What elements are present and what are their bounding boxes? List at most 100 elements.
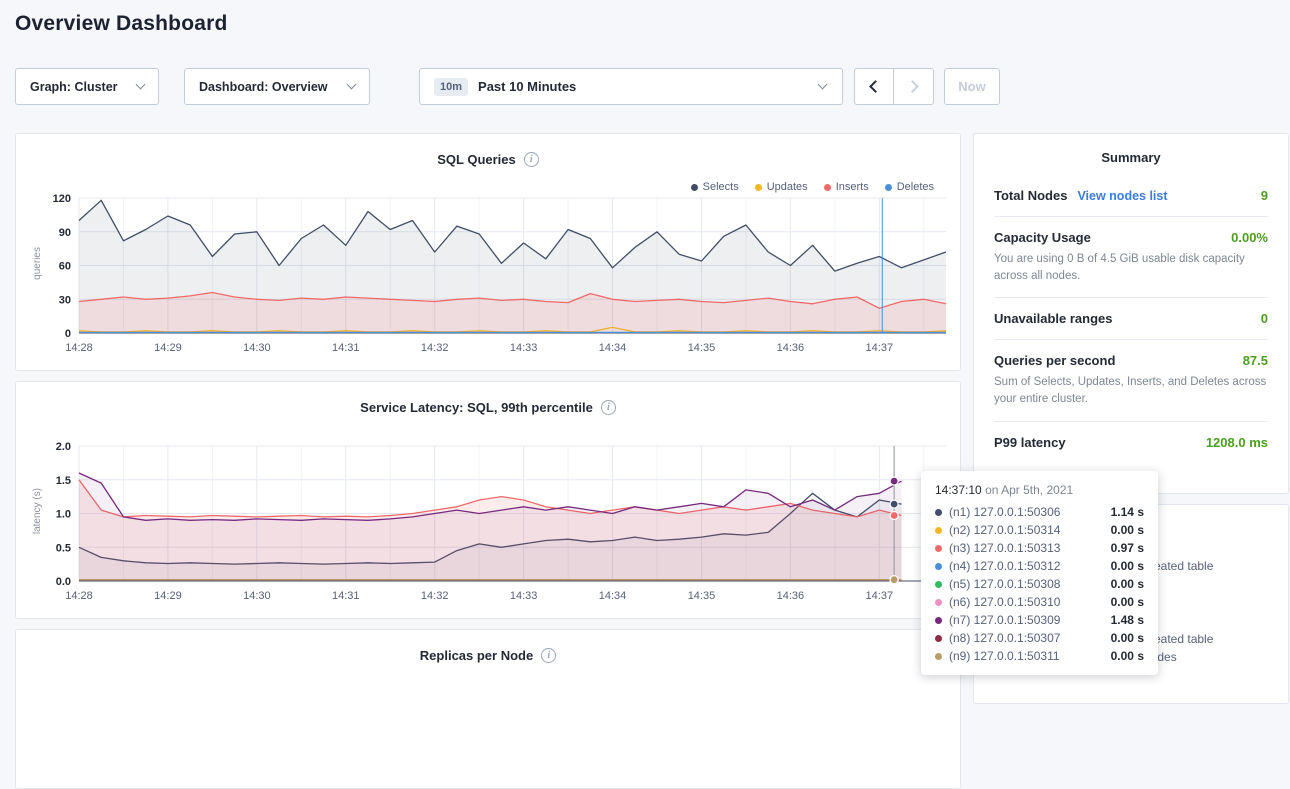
tooltip-time: 14:37:10 [935, 483, 982, 497]
svg-text:14:37: 14:37 [866, 342, 894, 354]
series-dot-icon [935, 581, 942, 588]
svg-text:14:32: 14:32 [421, 590, 449, 602]
summary-title: Summary [994, 134, 1268, 175]
series-dot-icon [935, 545, 942, 552]
svg-text:14:35: 14:35 [688, 342, 716, 354]
svg-text:14:33: 14:33 [510, 342, 538, 354]
tooltip-node-value: 0.00 s [1111, 631, 1144, 645]
svg-text:0.0: 0.0 [56, 576, 71, 588]
svg-text:1.5: 1.5 [56, 475, 71, 487]
queries-per-second-label: Queries per second [994, 353, 1115, 368]
time-range-label: Past 10 Minutes [478, 79, 576, 94]
graph-dropdown[interactable]: Graph: Cluster [15, 68, 159, 105]
chart-title: SQL Queries [437, 152, 516, 167]
tooltip-row: (n6) 127.0.0.1:50310 0.00 s [935, 593, 1144, 611]
view-nodes-list-link[interactable]: View nodes list [1077, 189, 1167, 203]
svg-text:14:29: 14:29 [154, 342, 182, 354]
sql-queries-chart[interactable]: 030609012014:2814:2914:3014:3114:3214:33… [24, 188, 954, 360]
tooltip-node-value: 0.97 s [1111, 541, 1144, 555]
tooltip-node-value: 0.00 s [1111, 649, 1144, 663]
chevron-down-icon [818, 80, 828, 90]
tooltip-node-value: 0.00 s [1111, 559, 1144, 573]
tooltip-node-value: 0.00 s [1111, 523, 1144, 537]
svg-text:90: 90 [59, 227, 71, 239]
info-icon[interactable] [541, 648, 556, 663]
svg-text:14:31: 14:31 [332, 590, 360, 602]
dashboard-dropdown-label: Dashboard: Overview [199, 80, 328, 94]
svg-text:14:36: 14:36 [777, 590, 805, 602]
chart-tooltip: 14:37:10 on Apr 5th, 2021 (n1) 127.0.0.1… [921, 471, 1158, 675]
capacity-usage-row: Capacity Usage 0.00% You are using 0 B o… [994, 216, 1268, 297]
chevron-down-icon [136, 80, 146, 90]
svg-text:14:30: 14:30 [243, 590, 271, 602]
svg-text:14:28: 14:28 [65, 590, 93, 602]
svg-text:60: 60 [59, 261, 71, 273]
tooltip-node-value: 1.48 s [1111, 613, 1144, 627]
svg-text:14:32: 14:32 [421, 342, 449, 354]
svg-text:14:36: 14:36 [777, 342, 805, 354]
svg-text:14:37: 14:37 [866, 590, 894, 602]
tooltip-row: (n5) 127.0.0.1:503080.00 s [935, 575, 1144, 593]
tooltip-node-label: (n8) 127.0.0.1:50307 [949, 631, 1060, 645]
capacity-usage-value: 0.00% [1231, 230, 1268, 245]
svg-text:14:31: 14:31 [332, 342, 360, 354]
chart-title-row: SQL Queries [16, 134, 960, 167]
capacity-usage-label: Capacity Usage [994, 230, 1091, 245]
svg-text:30: 30 [59, 294, 71, 306]
service-latency-chart[interactable]: 0.00.51.01.52.014:2814:2914:3014:3114:32… [24, 436, 954, 608]
chart-title-row: Replicas per Node [16, 630, 960, 663]
svg-text:0.5: 0.5 [56, 542, 71, 554]
tooltip-node-value: 0.00 s [1111, 577, 1144, 591]
tooltip-node-label: (n1) 127.0.0.1:50306 [949, 505, 1060, 519]
series-dot-icon [935, 599, 942, 606]
info-icon[interactable] [524, 152, 539, 167]
tooltip-node-label: (n6) 127.0.0.1:50310 [949, 595, 1060, 609]
tooltip-header: 14:37:10 on Apr 5th, 2021 [935, 483, 1144, 497]
tooltip-node-label: (n9) 127.0.0.1:50311 [949, 649, 1060, 663]
tooltip-row: (n8) 127.0.0.1:50307 0.00 s [935, 629, 1144, 647]
series-dot-icon [935, 635, 942, 642]
svg-text:120: 120 [53, 193, 71, 205]
tooltip-date: on Apr 5th, 2021 [985, 483, 1073, 497]
page-title: Overview Dashboard [15, 12, 228, 36]
time-next-button[interactable] [894, 68, 934, 105]
series-dot-icon [935, 617, 942, 624]
tooltip-row: (n7) 127.0.0.1:50309 1.48 s [935, 611, 1144, 629]
svg-text:14:35: 14:35 [688, 590, 716, 602]
time-now-button[interactable]: Now [944, 68, 1000, 105]
capacity-usage-subtext: You are using 0 B of 4.5 GiB usable disk… [994, 251, 1268, 284]
chart-title: Replicas per Node [420, 648, 533, 663]
info-icon[interactable] [601, 400, 616, 415]
unavailable-ranges-row: Unavailable ranges 0 [994, 297, 1268, 339]
time-range-badge: 10m [434, 78, 468, 96]
svg-text:1.0: 1.0 [56, 509, 71, 521]
svg-text:14:33: 14:33 [510, 590, 538, 602]
series-dot-icon [935, 509, 942, 516]
tooltip-node-label: (n2) 127.0.0.1:50314 [949, 523, 1060, 537]
sql-queries-card: SQL Queries SelectsUpdatesInsertsDeletes… [15, 133, 961, 371]
queries-per-second-subtext: Sum of Selects, Updates, Inserts, and De… [994, 374, 1268, 407]
total-nodes-value: 9 [1261, 188, 1268, 203]
svg-text:14:30: 14:30 [243, 342, 271, 354]
series-dot-icon [935, 527, 942, 534]
graph-dropdown-label: Graph: Cluster [30, 80, 118, 94]
total-nodes-label: Total Nodes [994, 188, 1067, 203]
svg-text:14:34: 14:34 [599, 342, 627, 354]
queries-per-second-value: 87.5 [1243, 353, 1268, 368]
tooltip-rows: (n1) 127.0.0.1:50306 1.14 s (n2) 127.0.0.1… [935, 503, 1144, 665]
time-prev-button[interactable] [854, 68, 894, 105]
tooltip-node-value: 1.14 s [1111, 505, 1144, 519]
tooltip-node-value: 0.00 s [1111, 595, 1144, 609]
tooltip-row: (n1) 127.0.0.1:50306 1.14 s [935, 503, 1144, 521]
dashboard-dropdown[interactable]: Dashboard: Overview [184, 68, 370, 105]
chart-title-row: Service Latency: SQL, 99th percentile [16, 382, 960, 415]
p99-latency-label: P99 latency [994, 435, 1066, 450]
total-nodes-row: Total Nodes View nodes list 9 [994, 175, 1268, 216]
tooltip-row: (n4) 127.0.0.1:503120.00 s [935, 557, 1144, 575]
toolbar: Graph: Cluster Dashboard: Overview 10m P… [15, 68, 1000, 105]
time-range-dropdown[interactable]: 10m Past 10 Minutes [419, 68, 843, 105]
p99-latency-value: 1208.0 ms [1206, 435, 1268, 450]
summary-card: Summary Total Nodes View nodes list 9 Ca… [973, 133, 1289, 494]
svg-text:0: 0 [65, 328, 71, 340]
tooltip-node-label: (n7) 127.0.0.1:50309 [949, 613, 1060, 627]
